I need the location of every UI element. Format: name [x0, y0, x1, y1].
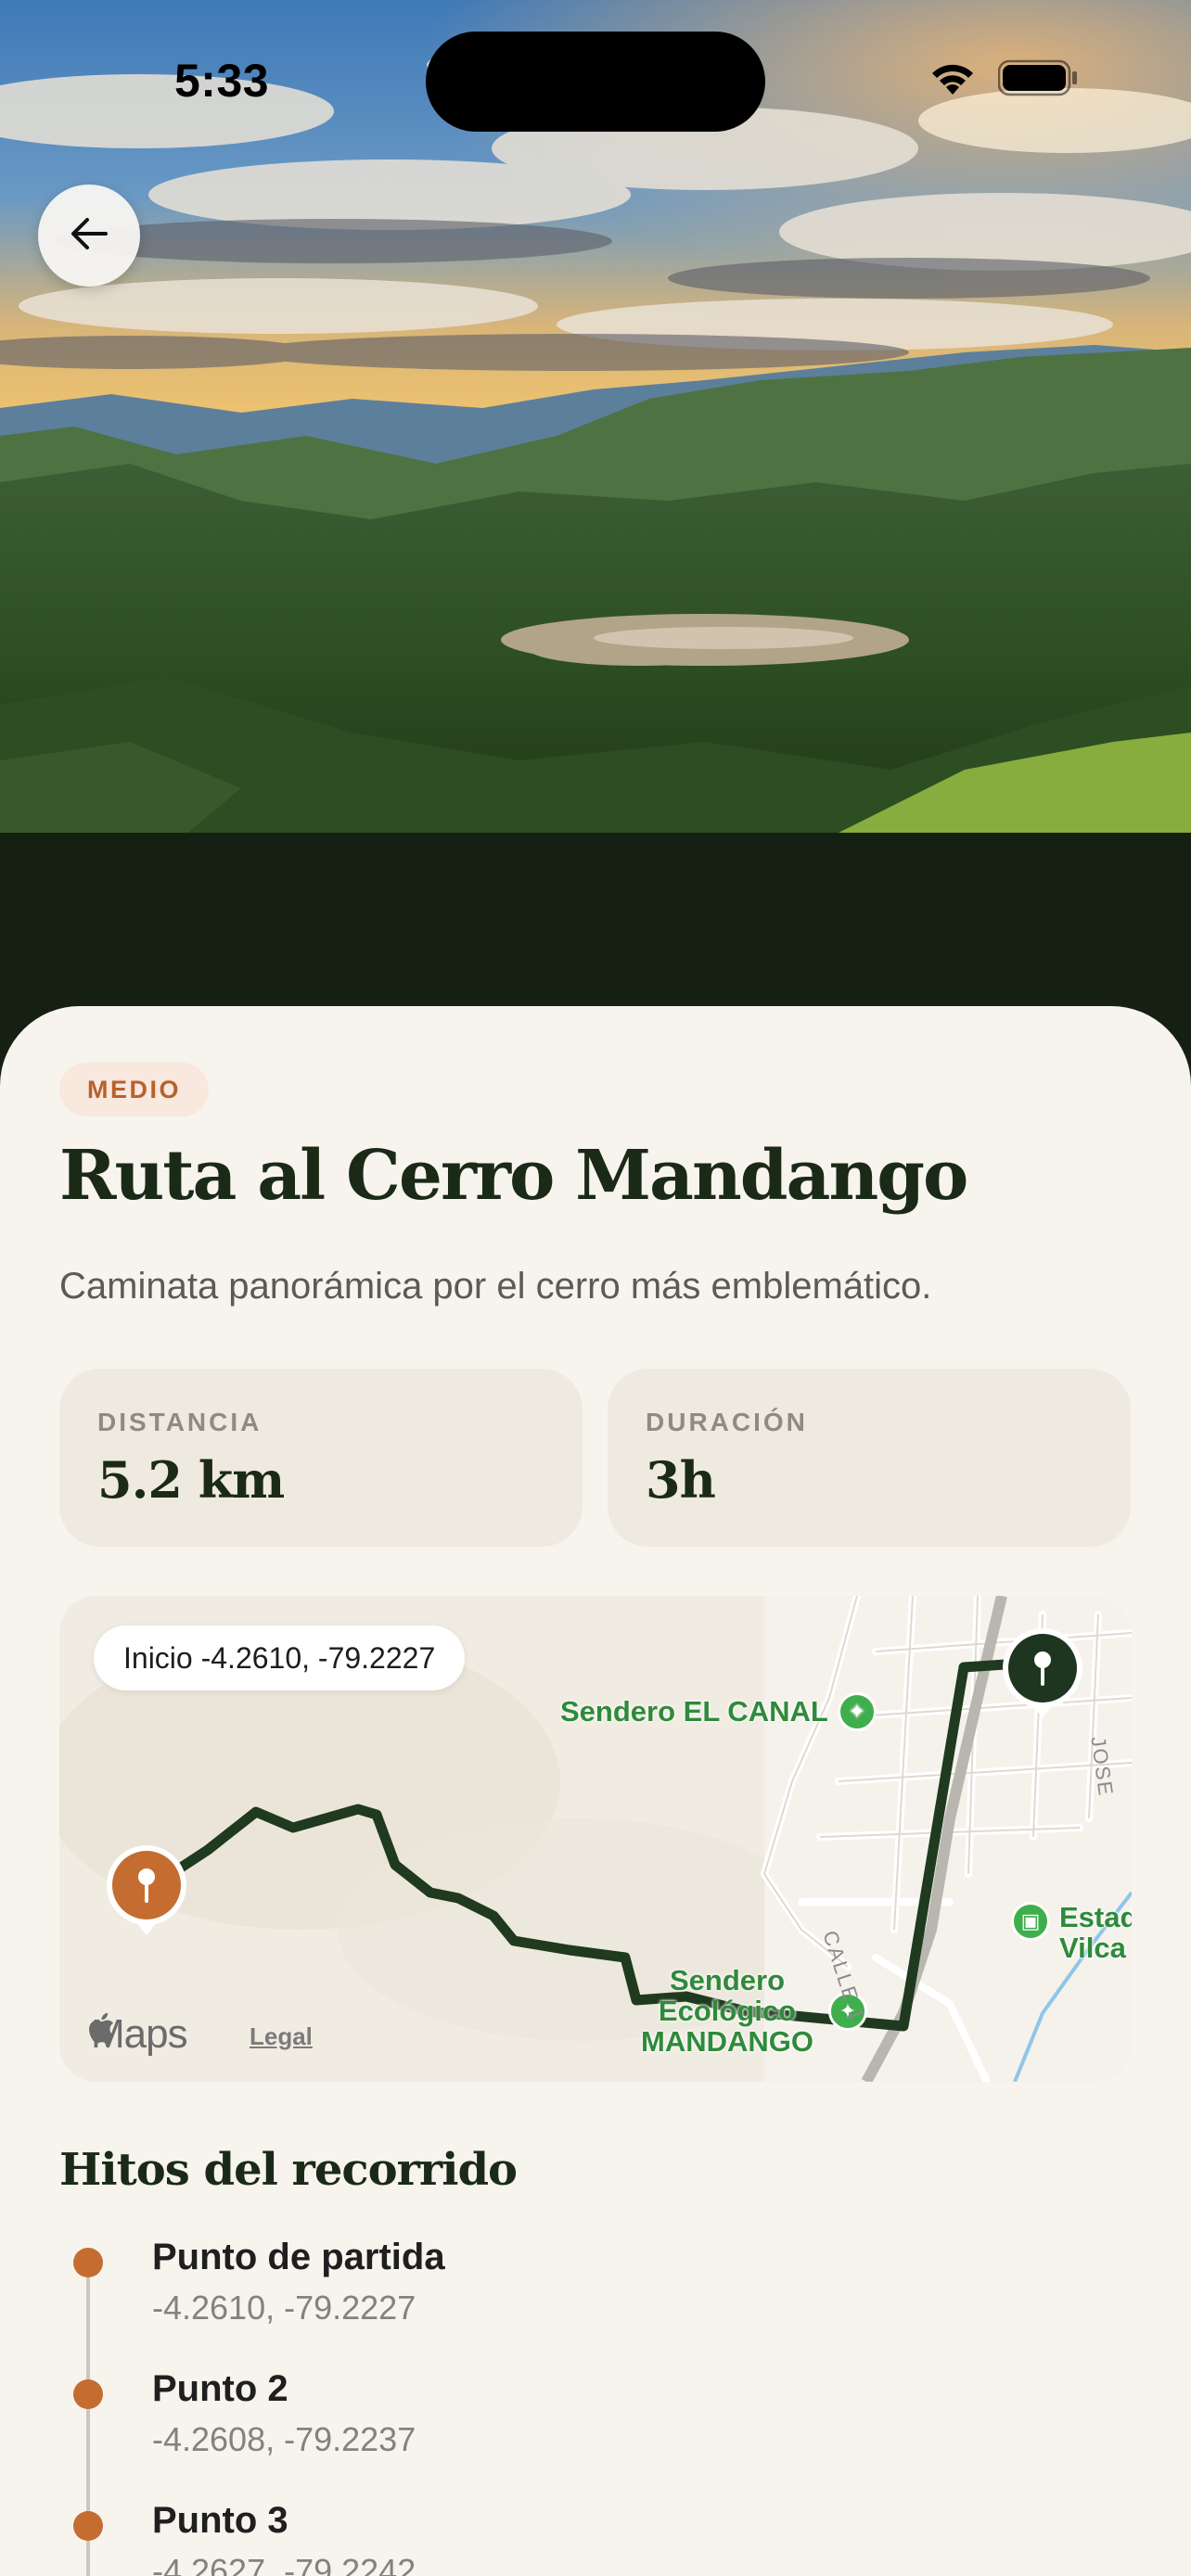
route-description: Caminata panorámica por el cerro más emb…: [59, 1266, 932, 1307]
back-button[interactable]: [38, 185, 140, 287]
route-detail-screen: 5:33 MEDIO Ruta al Cerro Mandango Camina…: [0, 0, 1191, 2576]
poi-name-line: MANDANGO: [641, 2025, 813, 2058]
battery-icon: [997, 59, 1078, 101]
milestone-dot: [73, 2511, 103, 2541]
arrow-left-icon: [69, 215, 109, 257]
duration-stat-card: DURACIÓN 3h: [608, 1369, 1131, 1547]
distance-stat-card: DISTANCIA 5.2 km: [59, 1369, 583, 1547]
milestones-title: Hitos del recorrido: [59, 2144, 518, 2196]
poi-name-line: Vilca: [1059, 1932, 1126, 1964]
difficulty-badge: MEDIO: [59, 1063, 210, 1116]
dynamic-island: [426, 32, 765, 132]
milestone-dot: [73, 2248, 103, 2277]
milestone-coords: -4.2610, -79.2227: [152, 2289, 416, 2327]
wifi-icon: [928, 59, 978, 101]
duration-value: 3h: [646, 1450, 716, 1510]
maps-attribution: Maps: [87, 2011, 188, 2058]
distance-value: 5.2 km: [97, 1450, 285, 1510]
milestone-dot: [73, 2379, 103, 2409]
milestone-item[interactable]: Punto 2 -4.2608, -79.2237: [0, 2368, 1191, 2498]
milestone-item[interactable]: Punto 3 -4.2627, -79.2242: [0, 2500, 1191, 2576]
milestone-name: Punto 2: [152, 2368, 288, 2409]
poi-name: Sendero EL CANAL: [560, 1695, 828, 1728]
stadium-icon: ▣: [1011, 1902, 1050, 1941]
milestone-coords: -4.2627, -79.2242: [152, 2552, 416, 2576]
milestone-name: Punto 3: [152, 2500, 288, 2541]
poi-sendero-el-canal[interactable]: Sendero EL CANAL ✦: [560, 1692, 877, 1731]
status-time: 5:33: [174, 55, 270, 107]
poi-name-line: Estad: [1059, 1901, 1132, 1933]
poi-name-line: Ecológico: [658, 1995, 797, 2027]
duration-label: DURACIÓN: [646, 1408, 808, 1436]
poi-estadio-vilca[interactable]: Estad Vilca: [1059, 1902, 1132, 1963]
poi-name-line: Sendero: [669, 1964, 786, 1996]
distance-label: DISTANCIA: [97, 1408, 263, 1436]
route-title: Ruta al Cerro Mandango: [59, 1136, 968, 1216]
milestone-name: Punto de partida: [152, 2237, 445, 2277]
poi-sendero-mandango[interactable]: Sendero Ecológico MANDANGO: [641, 1965, 813, 2057]
park-icon: ✦: [837, 1692, 877, 1731]
route-map[interactable]: Inicio -4.2610, -79.2227 Sendero EL CANA…: [59, 1596, 1132, 2082]
milestone-coords: -4.2608, -79.2237: [152, 2420, 416, 2458]
status-icons: [928, 59, 1078, 101]
milestone-item[interactable]: Punto de partida -4.2610, -79.2227: [0, 2237, 1191, 2366]
route-detail-sheet: MEDIO Ruta al Cerro Mandango Caminata pa…: [0, 1006, 1191, 2576]
start-coordinates-chip: Inicio -4.2610, -79.2227: [94, 1626, 466, 1690]
legal-link[interactable]: Legal: [250, 2022, 313, 2051]
